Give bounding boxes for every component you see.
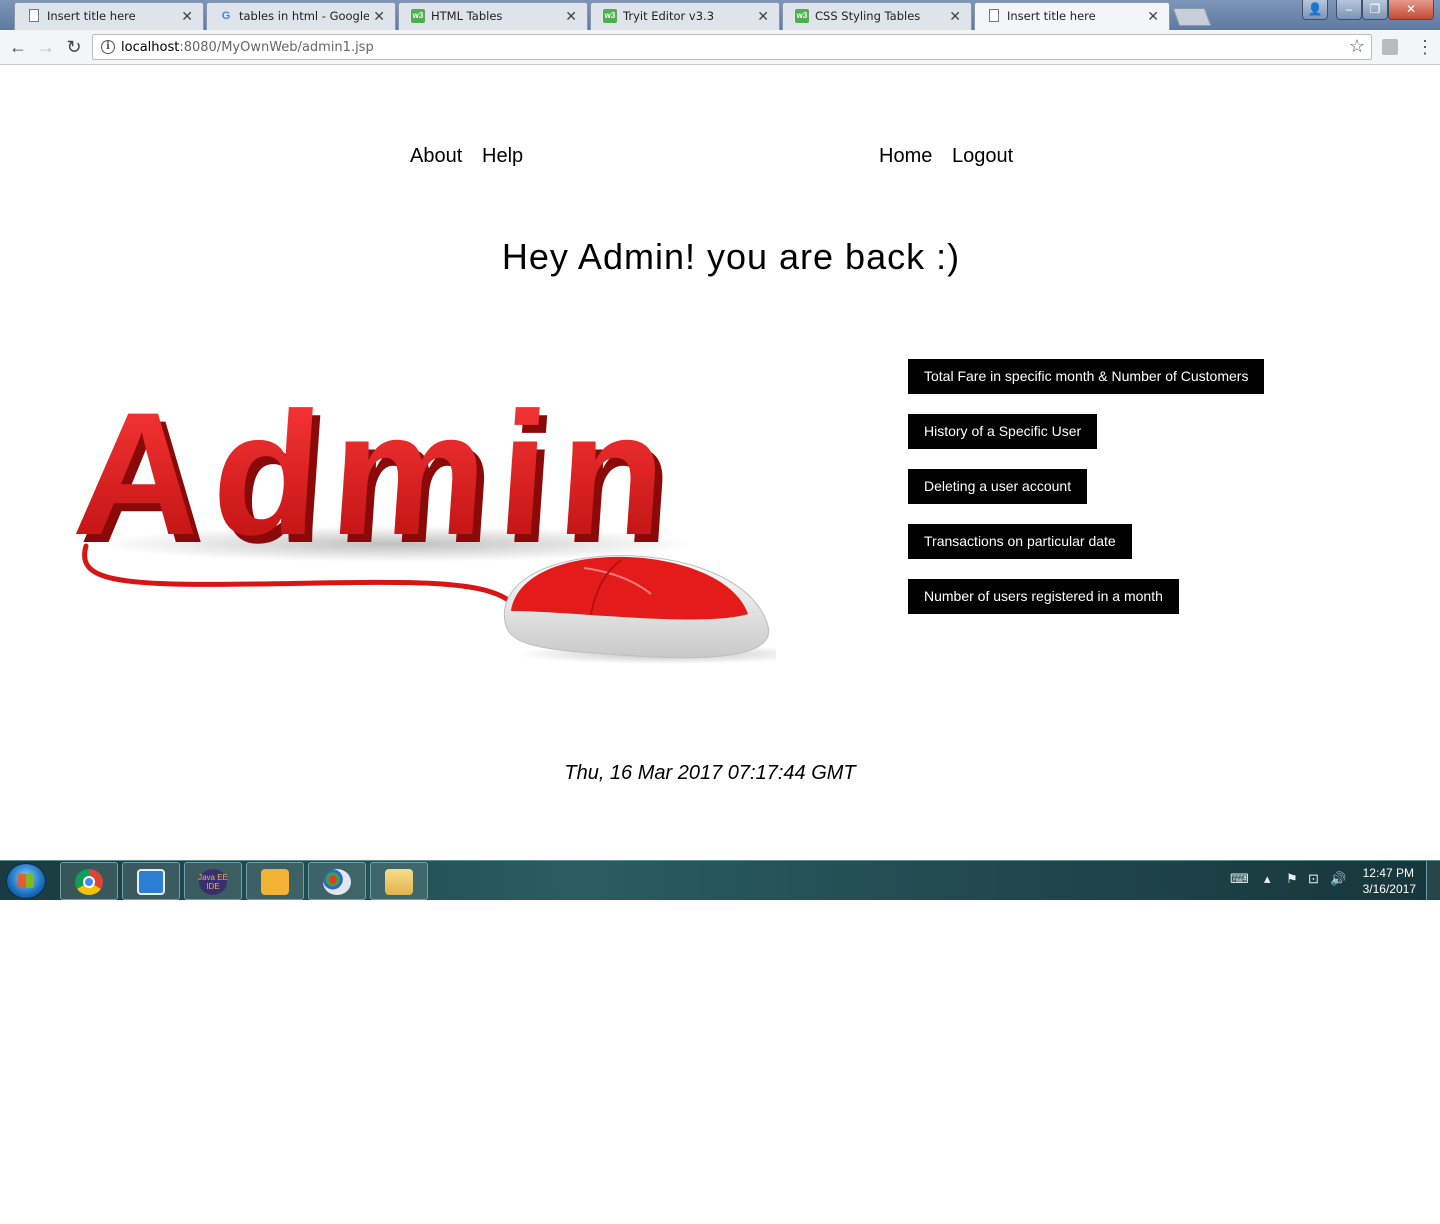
user-history-button[interactable]: History of a Specific User xyxy=(908,414,1098,449)
w3schools-icon: w3 xyxy=(795,9,809,23)
outlook-icon xyxy=(261,869,289,895)
start-button[interactable] xyxy=(6,863,46,899)
users-registered-button[interactable]: Number of users registered in a month xyxy=(908,579,1179,614)
greeting-heading: Hey Admin! you are back :) xyxy=(501,236,961,277)
browser-tab-strip: Insert title here ✕ G tables in html - G… xyxy=(0,0,1440,31)
close-icon[interactable]: ✕ xyxy=(757,7,769,25)
tab-title: HTML Tables xyxy=(431,9,503,23)
browser-tab[interactable]: w3 HTML Tables ✕ xyxy=(398,2,588,30)
url-text[interactable]: localhost:8080/MyOwnWeb/admin1.jsp xyxy=(121,40,374,55)
extension-icon[interactable] xyxy=(1382,39,1398,55)
system-tray: ⌨ ▴ ⚑ ⊡ 🔊 12:47 PM 3/16/2017 xyxy=(1220,861,1440,901)
taskbar-app-lync[interactable] xyxy=(122,862,180,900)
tab-title: Insert title here xyxy=(1007,9,1096,23)
taskbar-app-chrome[interactable] xyxy=(60,862,118,900)
lync-icon xyxy=(137,869,165,895)
user-icon[interactable]: 👤 xyxy=(1302,0,1328,20)
url-path: :8080/MyOwnWeb/admin1.jsp xyxy=(179,40,374,55)
nav-link-help[interactable]: Help xyxy=(482,145,523,168)
close-icon[interactable]: ✕ xyxy=(565,7,577,25)
address-bar[interactable]: i localhost:8080/MyOwnWeb/admin1.jsp ☆ xyxy=(92,34,1372,60)
nav-link-about[interactable]: About xyxy=(410,145,462,168)
page-content: About Help Home Logout Hey Admin! you ar… xyxy=(0,66,1440,860)
url-host: localhost xyxy=(121,40,180,55)
browser-toolbar: ← → ↻ i localhost:8080/MyOwnWeb/admin1.j… xyxy=(0,30,1440,65)
page-icon xyxy=(29,9,39,22)
info-icon[interactable]: i xyxy=(101,40,115,54)
tab-title: Tryit Editor v3.3 xyxy=(623,9,715,23)
network-icon[interactable]: ⊡ xyxy=(1308,871,1319,887)
back-arrow-icon[interactable]: ← xyxy=(6,36,30,58)
taskbar-app-outlook[interactable] xyxy=(246,862,304,900)
server-timestamp: Thu, 16 Mar 2017 07:17:44 GMT xyxy=(564,762,856,784)
google-icon: G xyxy=(221,10,231,22)
logo-text: Admin xyxy=(76,376,673,572)
keyboard-icon[interactable]: ⌨ xyxy=(1230,871,1249,887)
browser-tab[interactable]: w3 CSS Styling Tables ✕ xyxy=(782,2,972,30)
w3schools-icon: w3 xyxy=(603,9,617,23)
browser-tab-active[interactable]: Insert title here ✕ xyxy=(974,2,1170,31)
blank-area xyxy=(0,900,1440,1224)
close-icon[interactable]: ✕ xyxy=(181,7,193,25)
chrome-icon xyxy=(75,869,103,895)
minimize-button[interactable]: – xyxy=(1336,0,1362,20)
tab-title: Insert title here xyxy=(47,9,136,23)
maximize-button[interactable]: ❐ xyxy=(1362,0,1388,20)
total-fare-button[interactable]: Total Fare in specific month & Number of… xyxy=(908,359,1265,394)
window-close-button[interactable]: ✕ xyxy=(1388,0,1434,20)
show-desktop-button[interactable] xyxy=(1426,861,1440,901)
java-ide-label: Java EE IDE xyxy=(198,873,228,891)
taskbar-app-explorer[interactable] xyxy=(370,862,428,900)
windows-taskbar: Java EE IDE ⌨ ▴ ⚑ ⊡ 🔊 12:47 PM 3/16/2017 xyxy=(0,860,1440,901)
clock-time[interactable]: 12:47 PM xyxy=(1363,866,1414,880)
volume-icon[interactable]: 🔊 xyxy=(1330,871,1346,887)
clock-date[interactable]: 3/16/2017 xyxy=(1363,882,1416,896)
taskbar-app-java-ide[interactable]: Java EE IDE xyxy=(184,862,242,900)
close-icon[interactable]: ✕ xyxy=(1147,7,1159,25)
menu-dots-icon[interactable]: ⋮ xyxy=(1416,36,1434,58)
bookmark-star-icon[interactable]: ☆ xyxy=(1349,36,1365,57)
transactions-by-date-button[interactable]: Transactions on particular date xyxy=(908,524,1132,559)
page-icon xyxy=(989,9,999,22)
browser-tab[interactable]: w3 Tryit Editor v3.3 ✕ xyxy=(590,2,780,30)
file-explorer-icon xyxy=(385,869,413,895)
taskbar-app-paint[interactable] xyxy=(308,862,366,900)
browser-tab[interactable]: G tables in html - Google S ✕ xyxy=(206,2,396,30)
tab-title: CSS Styling Tables xyxy=(815,9,921,23)
w3schools-icon: w3 xyxy=(411,9,425,23)
admin-logo-image: Admin Admin xyxy=(76,376,776,664)
forward-arrow-icon[interactable]: → xyxy=(34,36,58,58)
delete-user-button[interactable]: Deleting a user account xyxy=(908,469,1088,504)
show-hidden-icons-icon[interactable]: ▴ xyxy=(1264,871,1271,887)
reload-icon[interactable]: ↻ xyxy=(62,36,86,58)
nav-link-logout[interactable]: Logout xyxy=(952,145,1013,168)
close-icon[interactable]: ✕ xyxy=(949,7,961,25)
new-tab-button[interactable] xyxy=(1172,8,1212,26)
action-center-flag-icon[interactable]: ⚑ xyxy=(1286,871,1298,887)
tab-title: tables in html - Google S xyxy=(239,9,369,23)
close-icon[interactable]: ✕ xyxy=(373,7,385,25)
nav-link-home[interactable]: Home xyxy=(879,145,932,168)
paint-icon xyxy=(323,869,351,895)
browser-tab[interactable]: Insert title here ✕ xyxy=(14,2,204,30)
